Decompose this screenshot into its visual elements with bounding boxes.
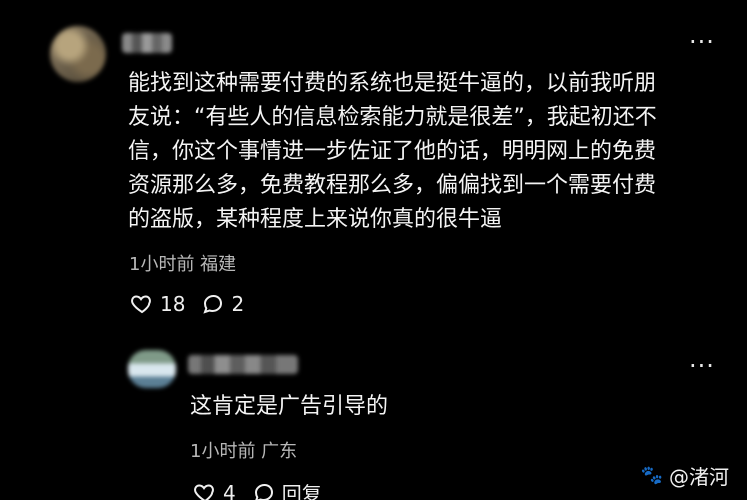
comment-meta: 1小时前 福建: [129, 254, 237, 275]
watermark: 🐾 @渚河: [641, 461, 729, 490]
reply-avatar[interactable]: [128, 350, 176, 388]
comment-count: 2: [231, 292, 245, 316]
like-button[interactable]: 18: [130, 292, 185, 316]
reply-more-options-button[interactable]: ···: [689, 354, 715, 378]
reply-username-blurred[interactable]: [188, 355, 298, 374]
reply-label: 回复: [281, 482, 322, 500]
comment-count-button[interactable]: 2: [201, 292, 244, 316]
like-count: 18: [160, 292, 186, 316]
reply-like-button[interactable]: 4: [193, 481, 236, 500]
comment-actions: 18 2: [130, 292, 244, 316]
speech-bubble-icon: [201, 292, 225, 316]
reply-meta: 1小时前 广东: [190, 441, 298, 462]
reply-text: 这肯定是广告引导的: [190, 394, 389, 419]
watermark-text: @渚河: [669, 465, 729, 489]
comment-text: 能找到这种需要付费的系统也是挺牛逼的，以前我听朋 友说：“有些人的信息检索能力就…: [128, 71, 657, 232]
reply-like-count: 4: [223, 480, 236, 500]
more-options-button[interactable]: ···: [689, 30, 715, 54]
speech-bubble-icon: [252, 481, 276, 500]
heart-outline-icon: [130, 292, 154, 316]
paw-icon: 🐾: [640, 465, 663, 486]
avatar[interactable]: [50, 26, 106, 82]
reply-actions: 4 回复: [193, 478, 322, 500]
comment-thread-screen: ··· 能找到这种需要付费的系统也是挺牛逼的，以前我听朋 友说：“有些人的信息检…: [0, 0, 747, 500]
reply-button[interactable]: 回复: [252, 478, 322, 500]
username-blurred[interactable]: [122, 33, 172, 53]
heart-outline-icon: [193, 481, 217, 500]
